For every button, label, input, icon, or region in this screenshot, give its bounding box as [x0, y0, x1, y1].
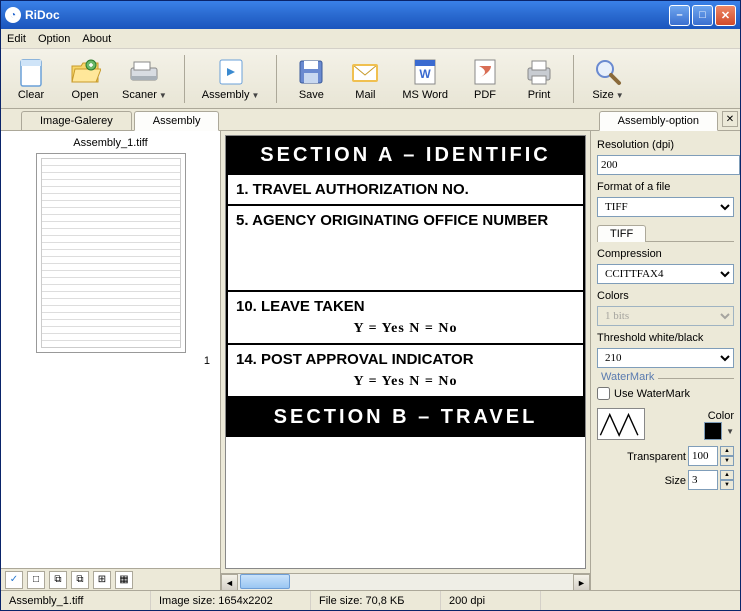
doc-field-14: 14. POST APPROVAL INDICATOR Y = Yes N = … — [226, 345, 585, 398]
document-viewport[interactable]: SECTION A – IDENTIFIC 1. TRAVEL AUTHORIZ… — [225, 135, 586, 569]
tab-assembly-option[interactable]: Assembly-option — [599, 111, 718, 131]
scanner-icon — [128, 56, 160, 88]
tab-assembly[interactable]: Assembly — [134, 111, 220, 131]
watermark-header: WaterMark — [597, 371, 658, 383]
thumbnail-title: Assembly_1.tiff — [7, 137, 214, 149]
spin-down-button[interactable]: ▼ — [720, 456, 734, 466]
status-filename: Assembly_1.tiff — [1, 591, 151, 610]
select-icon[interactable]: □ — [27, 571, 45, 589]
subtab-tiff[interactable]: TIFF — [597, 225, 646, 242]
thumbnail-index: 1 — [7, 355, 214, 367]
use-watermark-checkbox[interactable] — [597, 387, 610, 400]
layers-icon[interactable]: ⧉ — [71, 571, 89, 589]
transparent-input[interactable] — [688, 446, 718, 466]
assembly-icon — [215, 56, 247, 88]
grid-icon[interactable]: ⊞ — [93, 571, 111, 589]
options-pane: Resolution (dpi) … Format of a file TIFF… — [590, 131, 740, 590]
save-icon — [295, 56, 327, 88]
threshold-select[interactable]: 210 — [597, 348, 734, 368]
mail-icon — [349, 56, 381, 88]
resolution-input[interactable] — [597, 155, 740, 175]
scroll-thumb[interactable] — [240, 574, 290, 589]
toolbar-separator — [573, 55, 574, 103]
doc-field-5: 5. AGENCY ORIGINATING OFFICE NUMBER — [226, 206, 585, 292]
toolbar: Clear Open Scaner▼ Assembly▼ Save Mail W… — [1, 49, 740, 109]
tile-icon[interactable]: ▦ — [115, 571, 133, 589]
status-filesize: File size: 70,8 KБ — [311, 591, 441, 610]
chevron-down-icon: ▼ — [616, 91, 624, 100]
spin-up-button[interactable]: ▲ — [720, 470, 734, 480]
maximize-button[interactable]: □ — [692, 5, 713, 26]
svg-text:W: W — [420, 67, 432, 81]
window-title: RiDoc — [25, 8, 669, 22]
status-imagesize: Image size: 1654x2202 — [151, 591, 311, 610]
statusbar: Assembly_1.tiff Image size: 1654x2202 Fi… — [1, 590, 740, 610]
scroll-right-button[interactable]: ► — [573, 574, 590, 590]
scroll-left-button[interactable]: ◄ — [221, 574, 238, 590]
magnifier-icon — [592, 56, 624, 88]
doc-section-a-header: SECTION A – IDENTIFIC — [226, 136, 585, 175]
close-panel-button[interactable]: ✕ — [722, 111, 738, 127]
save-button[interactable]: Save — [287, 53, 335, 104]
thumbnail-toolbar: ✓ □ ⧉ ⧉ ⊞ ▦ — [1, 568, 220, 590]
mail-button[interactable]: Mail — [341, 53, 389, 104]
thumbnail-pane: Assembly_1.tiff 1 ✓ □ ⧉ ⧉ ⊞ ▦ — [1, 131, 221, 590]
app-icon: ◔ — [5, 7, 21, 23]
scaner-button[interactable]: Scaner▼ — [115, 53, 174, 104]
document-pane: SECTION A – IDENTIFIC 1. TRAVEL AUTHORIZ… — [221, 131, 590, 590]
horizontal-scrollbar[interactable]: ◄ ► — [221, 573, 590, 590]
compression-label: Compression — [597, 248, 734, 260]
titlebar: ◔ RiDoc – □ ✕ — [1, 1, 740, 29]
pdf-button[interactable]: PDF — [461, 53, 509, 104]
chevron-down-icon[interactable]: ▼ — [726, 427, 734, 436]
copy-icon[interactable]: ⧉ — [49, 571, 67, 589]
resolution-label: Resolution (dpi) — [597, 139, 734, 151]
tab-row: Image-Galerey Assembly Assembly-option ✕ — [1, 109, 740, 131]
menu-option[interactable]: Option — [38, 33, 70, 45]
size-label: Size — [665, 475, 686, 487]
toolbar-separator — [184, 55, 185, 103]
color-swatch[interactable] — [704, 422, 722, 440]
menu-edit[interactable]: Edit — [7, 33, 26, 45]
print-button[interactable]: Print — [515, 53, 563, 104]
spin-down-button[interactable]: ▼ — [720, 480, 734, 490]
watermark-preview — [597, 408, 645, 440]
msword-button[interactable]: W MS Word — [395, 53, 455, 104]
check-icon[interactable]: ✓ — [5, 571, 23, 589]
close-button[interactable]: ✕ — [715, 5, 736, 26]
clear-button[interactable]: Clear — [7, 53, 55, 104]
toolbar-separator — [276, 55, 277, 103]
chevron-down-icon: ▼ — [251, 91, 259, 100]
word-icon: W — [409, 56, 441, 88]
size-button[interactable]: Size▼ — [584, 53, 632, 104]
tab-image-gallery[interactable]: Image-Galerey — [21, 111, 132, 130]
assembly-button[interactable]: Assembly▼ — [195, 53, 267, 104]
use-watermark-label: Use WaterMark — [614, 388, 690, 400]
minimize-button[interactable]: – — [669, 5, 690, 26]
doc-field-1: 1. TRAVEL AUTHORIZATION NO. — [226, 175, 585, 206]
format-label: Format of a file — [597, 181, 734, 193]
color-label: Color — [704, 410, 734, 422]
threshold-label: Threshold white/black — [597, 332, 734, 344]
menubar: Edit Option About — [1, 29, 740, 49]
doc-field-10: 10. LEAVE TAKEN Y = Yes N = No — [226, 292, 585, 345]
chevron-down-icon: ▼ — [159, 91, 167, 100]
spin-up-button[interactable]: ▲ — [720, 446, 734, 456]
pdf-icon — [469, 56, 501, 88]
compression-select[interactable]: CCITTFAX4 — [597, 264, 734, 284]
print-icon — [523, 56, 555, 88]
doc-section-b-header: SECTION B – TRAVEL — [226, 398, 585, 437]
transparent-label: Transparent — [627, 451, 686, 463]
colors-label: Colors — [597, 290, 734, 302]
size-input[interactable] — [688, 470, 718, 490]
format-select[interactable]: TIFF — [597, 197, 734, 217]
colors-select: 1 bits — [597, 306, 734, 326]
menu-about[interactable]: About — [82, 33, 111, 45]
thumbnail-image[interactable] — [36, 153, 186, 353]
open-button[interactable]: Open — [61, 53, 109, 104]
status-dpi: 200 dpi — [441, 591, 541, 610]
clear-icon — [15, 56, 47, 88]
open-icon — [69, 56, 101, 88]
